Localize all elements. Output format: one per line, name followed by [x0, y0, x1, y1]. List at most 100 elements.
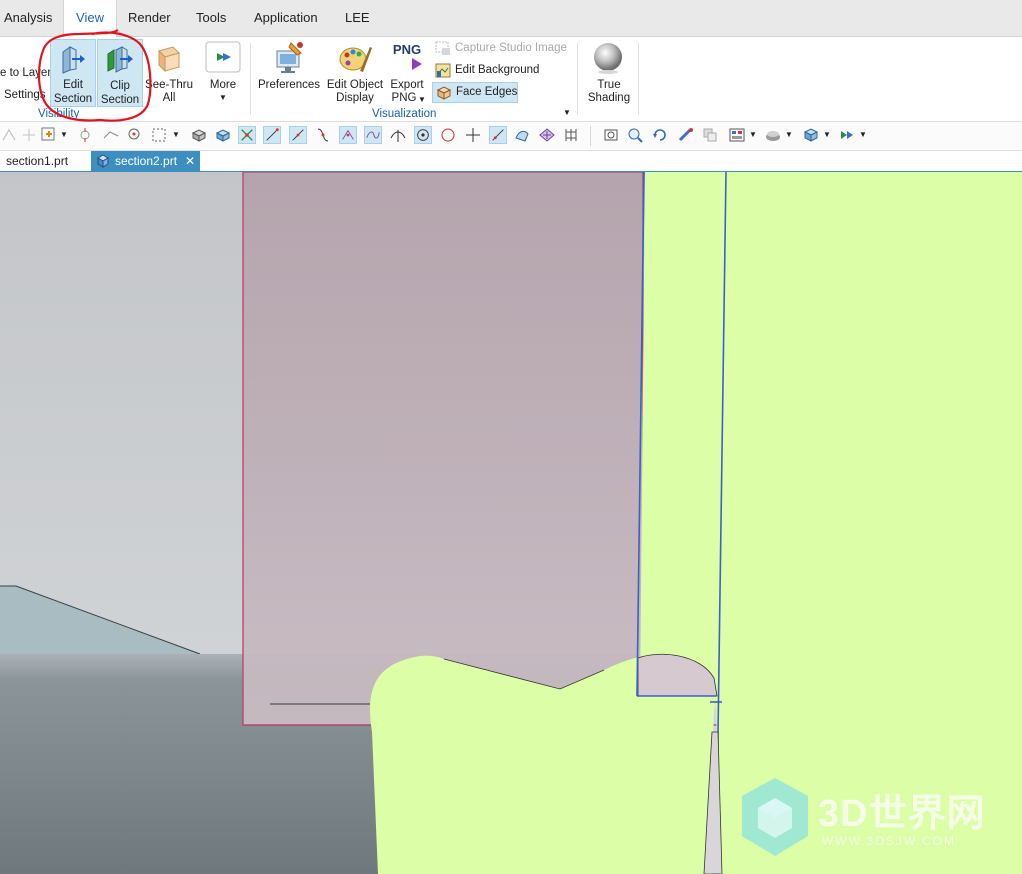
edit-background-button[interactable]: Edit Background — [433, 61, 571, 80]
export-png-button[interactable]: PNG Export PNG ▼ — [387, 39, 427, 105]
capture-icon — [435, 41, 450, 55]
visualization-group-label: Visualization — [372, 108, 437, 120]
grid-icon[interactable] — [562, 126, 580, 144]
preferences-label: Preferences — [257, 79, 320, 91]
menu-application[interactable]: Application — [254, 0, 318, 36]
snap-quadrant-icon[interactable] — [439, 126, 457, 144]
ribbon: e to Layer Settings Edit Section Clip Se… — [0, 37, 1022, 122]
more-icon — [205, 41, 241, 73]
snap-bounded-grid-icon[interactable] — [538, 126, 556, 144]
palette-icon — [339, 47, 372, 72]
clip-section-label-1: Clip — [110, 80, 130, 92]
menu-bar: Analysis View Render Tools Application L… — [0, 0, 1022, 37]
snap-end-point-icon[interactable] — [238, 126, 256, 144]
more-button[interactable]: More ▼ — [201, 39, 245, 105]
orient-view-icon[interactable] — [802, 126, 820, 144]
true-shading-label-2: Shading — [587, 92, 631, 104]
layout-icon[interactable] — [728, 126, 746, 144]
edit-section-icon — [62, 46, 85, 74]
capture-studio-image-button[interactable]: Capture Studio Image — [433, 39, 571, 58]
menu-view[interactable]: View — [63, 0, 117, 37]
filter-dropdown-icon[interactable]: ▼ — [60, 126, 70, 144]
clip-plane — [243, 172, 643, 725]
edit-section-label-1: Edit — [63, 79, 83, 91]
document-tab-bar: section1.prt section2.prt ✕ — [0, 151, 1022, 173]
render-style-icon[interactable] — [764, 126, 782, 144]
face-edges-button[interactable]: Face Edges — [432, 82, 518, 103]
edit-object-display-label-2: Display — [336, 92, 374, 104]
view-more-icon[interactable] — [838, 126, 856, 144]
menu-render[interactable]: Render — [128, 0, 171, 36]
snap-point-icon[interactable] — [126, 126, 144, 144]
preferences-button[interactable]: Preferences — [257, 39, 321, 105]
part-file-icon — [97, 154, 109, 168]
pan-view-icon[interactable] — [677, 126, 695, 144]
snap-control-point-icon[interactable] — [289, 126, 307, 144]
clip-section-button[interactable]: Clip Section — [97, 39, 143, 107]
preferences-icon — [276, 42, 303, 73]
sheet-body-icon[interactable] — [214, 126, 232, 144]
edit-object-display-label-1: Edit Object — [326, 79, 384, 91]
ribbon-separator — [638, 43, 639, 115]
face-edges-icon — [436, 86, 452, 100]
see-thru-all-button[interactable]: See-Thru All — [145, 39, 193, 105]
edit-background-icon — [435, 63, 451, 78]
edit-section-button[interactable]: Edit Section — [50, 39, 96, 107]
snap-intersection-icon[interactable] — [339, 126, 357, 144]
snap-spline-icon[interactable] — [364, 126, 382, 144]
toolbar-separator — [590, 126, 591, 146]
tab-section2[interactable]: section2.prt ✕ — [91, 151, 200, 171]
view-orientation-icon[interactable] — [701, 126, 719, 144]
zoom-icon[interactable] — [626, 126, 644, 144]
shaded-sphere-icon — [594, 43, 622, 74]
visualization-dropdown-icon[interactable]: ▼ — [563, 106, 571, 119]
menu-tools[interactable]: Tools — [196, 0, 226, 36]
rotate-view-icon[interactable] — [651, 126, 669, 144]
snap-on-face-icon[interactable] — [513, 126, 531, 144]
select-vertex-icon[interactable] — [76, 126, 94, 144]
solid-body-icon[interactable] — [190, 126, 208, 144]
more-dropdown-icon: ▼ — [219, 93, 227, 102]
box-select-icon[interactable] — [150, 126, 168, 144]
export-png-label-2: PNG — [391, 92, 417, 104]
edit-section-label-2: Section — [53, 93, 93, 105]
watermark-url: WWW.3DSJW.COM — [822, 834, 956, 848]
close-tab-icon[interactable]: ✕ — [185, 151, 195, 171]
snap-center-icon[interactable] — [414, 126, 432, 144]
model-canvas[interactable] — [0, 172, 1022, 874]
select-edge-icon[interactable] — [20, 126, 38, 144]
layer-settings-line1[interactable]: e to Layer — [0, 67, 51, 80]
snap-tangent-icon[interactable] — [389, 126, 407, 144]
select-point-icon[interactable] — [0, 126, 18, 144]
see-thru-label-1: See-Thru — [145, 79, 193, 91]
watermark-text: 3D世界网 — [818, 793, 986, 835]
fit-view-icon[interactable] — [602, 126, 620, 144]
orient-view-dropdown-icon[interactable]: ▼ — [823, 126, 833, 144]
snap-mid-point-icon[interactable] — [263, 126, 281, 144]
selection-filter-icon[interactable] — [40, 126, 58, 144]
png-icon: PNG — [392, 42, 422, 57]
snap-curve-icon[interactable] — [314, 126, 332, 144]
menu-lee[interactable]: LEE — [345, 0, 370, 36]
clip-section-icon — [107, 46, 133, 73]
export-png-dropdown-icon: ▼ — [418, 95, 426, 104]
capture-studio-image-label: Capture Studio Image — [455, 42, 567, 54]
tab-section2-label: section2.prt — [115, 154, 178, 168]
true-shading-label-1: True — [597, 79, 621, 91]
see-thru-label-2: All — [162, 92, 176, 104]
graphics-viewport[interactable]: 3D世界网 WWW.3DSJW.COM — [0, 172, 1022, 874]
tab-section1[interactable]: section1.prt — [6, 151, 68, 171]
snap-existing-point-icon[interactable] — [464, 126, 482, 144]
view-more-dropdown-icon[interactable]: ▼ — [859, 126, 869, 144]
edit-object-display-button[interactable]: Edit Object Display — [324, 39, 386, 105]
layout-dropdown-icon[interactable]: ▼ — [749, 126, 759, 144]
render-style-dropdown-icon[interactable]: ▼ — [785, 126, 795, 144]
menu-analysis[interactable]: Analysis — [4, 0, 52, 36]
select-chain-icon[interactable] — [102, 126, 120, 144]
true-shading-button[interactable]: True Shading — [584, 39, 634, 105]
see-thru-icon — [158, 46, 180, 73]
snap-on-curve-icon[interactable] — [489, 126, 507, 144]
box-select-dropdown-icon[interactable]: ▼ — [172, 126, 182, 144]
edit-background-label: Edit Background — [455, 64, 540, 76]
layer-settings-line2[interactable]: Settings — [4, 89, 46, 102]
